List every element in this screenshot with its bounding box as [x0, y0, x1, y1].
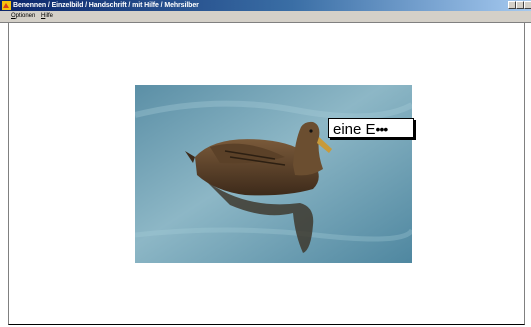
menu-optionen[interactable]: Optionen: [11, 11, 35, 22]
placeholder-dots: •••: [375, 121, 389, 137]
answer-field[interactable]: eine E•••: [328, 118, 414, 138]
app-window: Benennen / Einzelbild / Handschrift / mi…: [0, 0, 531, 327]
title-bar[interactable]: Benennen / Einzelbild / Handschrift / mi…: [0, 0, 531, 11]
minimize-button[interactable]: [508, 1, 516, 9]
maximize-button[interactable]: [516, 1, 524, 9]
menu-bar: Optionen Hilfe: [0, 11, 531, 23]
answer-text: eine E: [333, 121, 376, 138]
menu-hilfe[interactable]: Hilfe: [41, 11, 53, 22]
app-icon[interactable]: [2, 1, 11, 10]
close-button[interactable]: [524, 1, 531, 9]
duck-picture: [135, 85, 412, 263]
window-title: Benennen / Einzelbild / Handschrift / mi…: [13, 2, 199, 9]
